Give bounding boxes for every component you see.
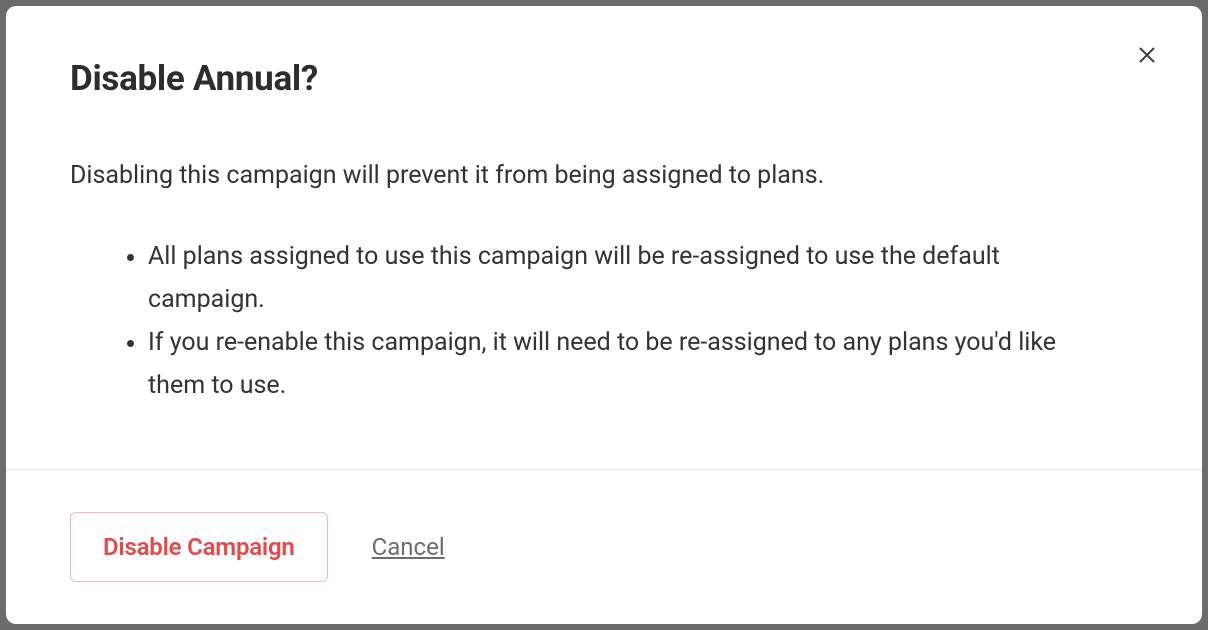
list-item: If you re-enable this campaign, it will … <box>148 321 1138 407</box>
modal-description: Disabling this campaign will prevent it … <box>70 157 1138 195</box>
modal-footer: Disable Campaign Cancel <box>6 469 1202 624</box>
cancel-button[interactable]: Cancel <box>372 533 445 561</box>
modal-title: Disable Annual? <box>70 58 1138 99</box>
confirmation-modal: Disable Annual? Disabling this campaign … <box>6 6 1202 624</box>
disable-campaign-button[interactable]: Disable Campaign <box>70 512 328 582</box>
list-item: All plans assigned to use this campaign … <box>148 235 1138 321</box>
bullet-list: All plans assigned to use this campaign … <box>70 235 1138 407</box>
modal-content: Disable Annual? Disabling this campaign … <box>6 6 1202 469</box>
